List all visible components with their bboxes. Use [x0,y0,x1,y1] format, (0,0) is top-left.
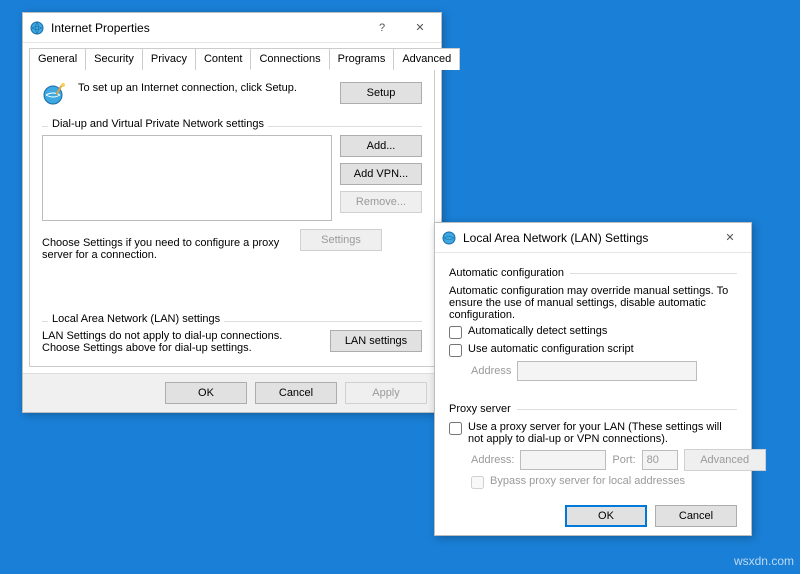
bypass-local-checkbox: Bypass proxy server for local addresses [471,475,737,489]
add-button[interactable]: Add... [340,135,422,157]
proxy-advanced-button: Advanced [684,449,766,471]
dialog-button-row: OK Cancel Apply [23,373,441,412]
internet-options-icon [29,20,45,36]
tab-panel-connections: To set up an Internet connection, click … [29,69,435,367]
script-address-label: Address [471,365,511,377]
watermark: wsxdn.com [734,554,794,568]
dialog-title: Internet Properties [51,21,363,35]
ok-button[interactable]: OK [165,382,247,404]
proxy-section-title: Proxy server [449,403,737,415]
lan-group-title: Local Area Network (LAN) settings [48,313,224,325]
lan-settings-dialog: Local Area Network (LAN) Settings ✕ Auto… [434,222,752,536]
dialog-button-row: OK Cancel [435,497,751,535]
dial-settings-button: Settings [300,229,382,251]
proxy-port-input [642,450,678,470]
auto-config-help-text: Automatic configuration may override man… [449,285,737,321]
tab-programs[interactable]: Programs [329,48,395,70]
tab-security[interactable]: Security [85,48,143,70]
titlebar[interactable]: Internet Properties ? ✕ [23,13,441,43]
tabstrip: General Security Privacy Content Connect… [23,43,441,69]
dialup-group-title: Dial-up and Virtual Private Network sett… [48,118,268,130]
internet-options-icon [441,230,457,246]
proxy-address-label: Address: [471,454,514,466]
remove-button: Remove... [340,191,422,213]
dialup-help-text: Choose Settings if you need to configure… [42,237,292,261]
use-proxy-checkbox[interactable]: Use a proxy server for your LAN (These s… [449,421,737,445]
auto-script-checkbox[interactable]: Use automatic configuration script [449,343,737,357]
cancel-button[interactable]: Cancel [255,382,337,404]
globe-wand-icon [42,82,68,108]
internet-properties-dialog: Internet Properties ? ✕ General Security… [22,12,442,413]
apply-button: Apply [345,382,427,404]
tab-content[interactable]: Content [195,48,252,70]
titlebar[interactable]: Local Area Network (LAN) Settings ✕ [435,223,751,253]
lan-help-text: LAN Settings do not apply to dial-up con… [42,330,322,354]
lan-settings-button[interactable]: LAN settings [330,330,422,352]
add-vpn-button[interactable]: Add VPN... [340,163,422,185]
auto-detect-checkbox[interactable]: Automatically detect settings [449,325,737,339]
tab-connections[interactable]: Connections [250,48,329,70]
close-button[interactable]: ✕ [711,224,749,252]
tab-privacy[interactable]: Privacy [142,48,196,70]
setup-text: To set up an Internet connection, click … [78,82,330,94]
tab-general[interactable]: General [29,48,86,70]
auto-config-section-title: Automatic configuration [449,267,737,279]
dialup-listbox[interactable] [42,135,332,221]
cancel-button[interactable]: Cancel [655,505,737,527]
close-icon: ✕ [725,231,734,244]
close-button[interactable]: ✕ [401,14,439,42]
proxy-address-input [520,450,606,470]
help-button[interactable]: ? [363,14,401,42]
setup-button[interactable]: Setup [340,82,422,104]
ok-button[interactable]: OK [565,505,647,527]
tab-advanced[interactable]: Advanced [393,48,460,70]
script-address-input [517,361,697,381]
proxy-port-label: Port: [612,454,635,466]
dialog-title: Local Area Network (LAN) Settings [463,231,711,245]
close-icon: ✕ [415,21,424,34]
